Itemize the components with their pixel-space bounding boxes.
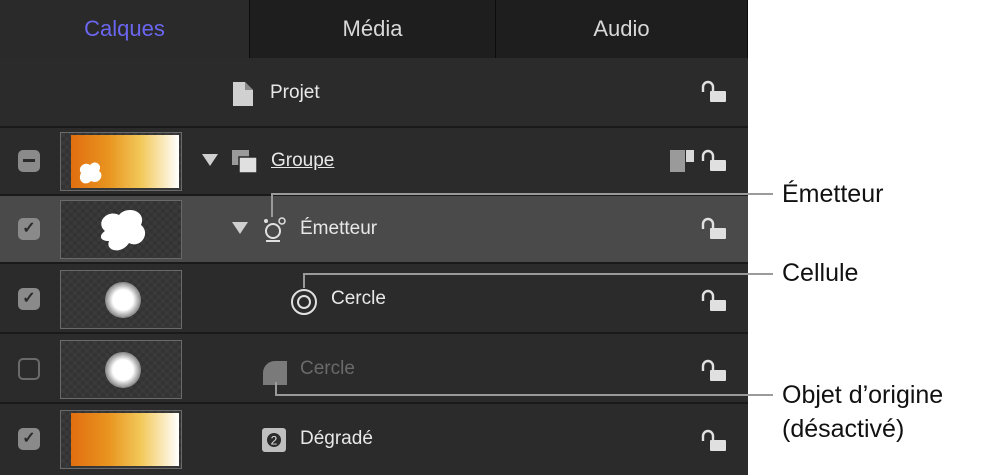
- callout-source-disabled: (désactivé): [782, 415, 905, 443]
- callout-cell: Cellule: [782, 259, 859, 287]
- callout-emitter: Émetteur: [782, 180, 884, 208]
- callout-source-object: Objet d’origine: [782, 381, 944, 409]
